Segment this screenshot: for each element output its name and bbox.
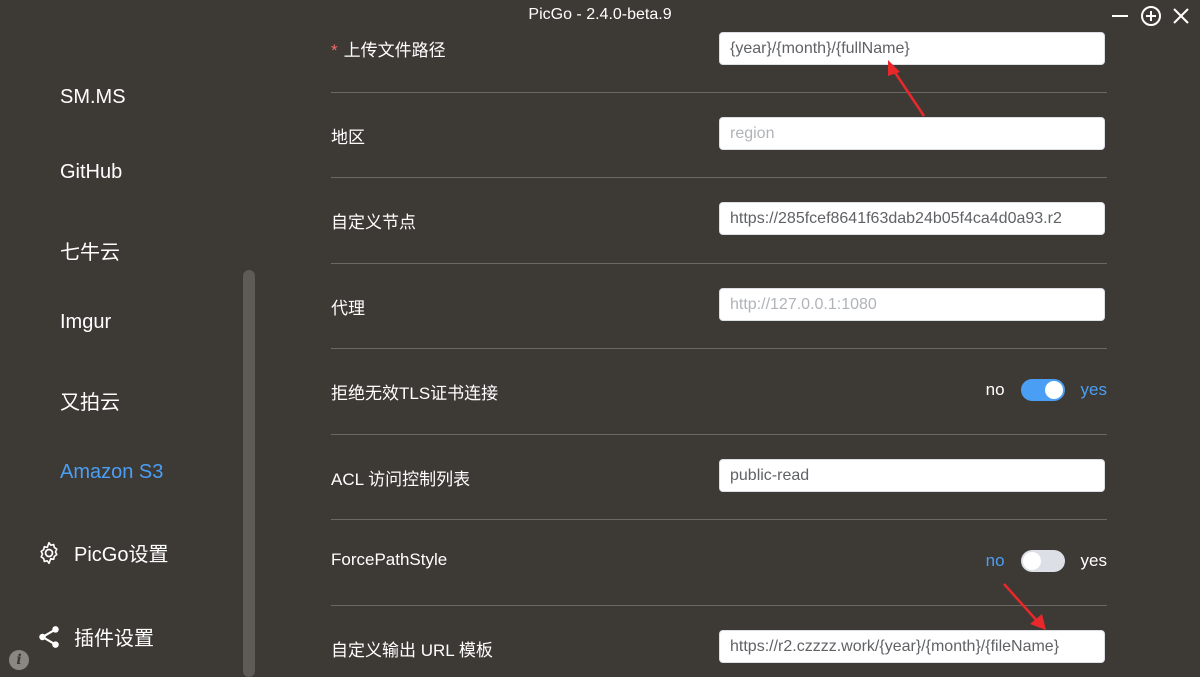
- acl-input[interactable]: [719, 459, 1105, 492]
- divider: [331, 177, 1107, 178]
- toggle-knob: [1044, 381, 1063, 399]
- reject-tls-label: 拒绝无效TLS证书连接: [331, 384, 499, 403]
- picgo-settings-label: PicGo设置: [74, 544, 169, 566]
- maximize-button[interactable]: [1139, 4, 1163, 28]
- sidebar-item-qiniu[interactable]: 七牛云: [60, 236, 120, 265]
- endpoint-label: 自定义节点: [331, 213, 416, 232]
- region-input[interactable]: [719, 117, 1105, 150]
- minimize-button[interactable]: [1108, 4, 1132, 28]
- switch-off-text[interactable]: no: [986, 380, 1005, 400]
- divider: [331, 92, 1107, 93]
- divider: [331, 263, 1107, 264]
- upload-path-input[interactable]: [719, 32, 1105, 65]
- endpoint-input[interactable]: [719, 202, 1105, 235]
- sidebar-item-imgur[interactable]: Imgur: [60, 311, 111, 334]
- acl-label: ACL 访问控制列表: [331, 470, 471, 489]
- reject-tls-switch-group: no yes: [986, 379, 1107, 401]
- plus-circle-icon: [1141, 6, 1161, 26]
- sidebar-item-amazon-s3[interactable]: Amazon S3: [60, 461, 163, 484]
- url-template-label: 自定义输出 URL 模板: [331, 641, 493, 660]
- switch-off-text[interactable]: no: [986, 551, 1005, 571]
- reject-tls-toggle[interactable]: [1020, 379, 1065, 401]
- switch-on-text[interactable]: yes: [1081, 380, 1107, 400]
- upload-path-label-text: 上传文件路径: [343, 41, 446, 60]
- force-path-style-toggle[interactable]: [1020, 550, 1065, 572]
- annotation-arrow-upload-path: [888, 60, 926, 117]
- proxy-label: 代理: [331, 299, 365, 318]
- sidebar-item-upyun[interactable]: 又拍云: [60, 386, 120, 415]
- close-icon: [1173, 8, 1189, 24]
- sidebar-item-github[interactable]: GitHub: [60, 161, 122, 184]
- toggle-knob: [1022, 552, 1041, 570]
- sidebar-item-picgo-settings[interactable]: PicGo设置: [36, 538, 168, 567]
- url-template-input[interactable]: [719, 630, 1105, 663]
- divider: [331, 605, 1107, 606]
- minimize-icon: [1112, 15, 1128, 17]
- gear-icon: [40, 541, 58, 564]
- title-bar: PicGo - 2.4.0-beta.9: [0, 0, 1200, 32]
- sidebar-scrollbar[interactable]: [243, 270, 255, 677]
- proxy-input[interactable]: [719, 288, 1105, 321]
- sidebar-item-plugin-settings[interactable]: 插件设置: [36, 622, 154, 651]
- required-mark: *: [331, 41, 338, 60]
- sidebar: SM.MS GitHub 七牛云 Imgur 又拍云 Amazon S3 Pic…: [0, 32, 256, 677]
- divider: [331, 348, 1107, 349]
- switch-on-text[interactable]: yes: [1081, 551, 1107, 571]
- region-label: 地区: [331, 128, 365, 147]
- share-icon: [39, 625, 59, 648]
- window-title: PicGo - 2.4.0-beta.9: [528, 6, 672, 23]
- upload-path-label: * 上传文件路径: [331, 36, 446, 61]
- sidebar-item-smms[interactable]: SM.MS: [60, 86, 126, 109]
- force-path-style-label: ForcePathStyle: [331, 550, 448, 569]
- divider: [331, 519, 1107, 520]
- divider: [331, 434, 1107, 435]
- info-icon[interactable]: i: [9, 650, 29, 670]
- force-path-style-switch-group: no yes: [986, 550, 1107, 572]
- plugin-settings-label: 插件设置: [74, 628, 154, 650]
- annotation-arrow-url-template: [1003, 583, 1046, 630]
- close-button[interactable]: [1169, 4, 1193, 28]
